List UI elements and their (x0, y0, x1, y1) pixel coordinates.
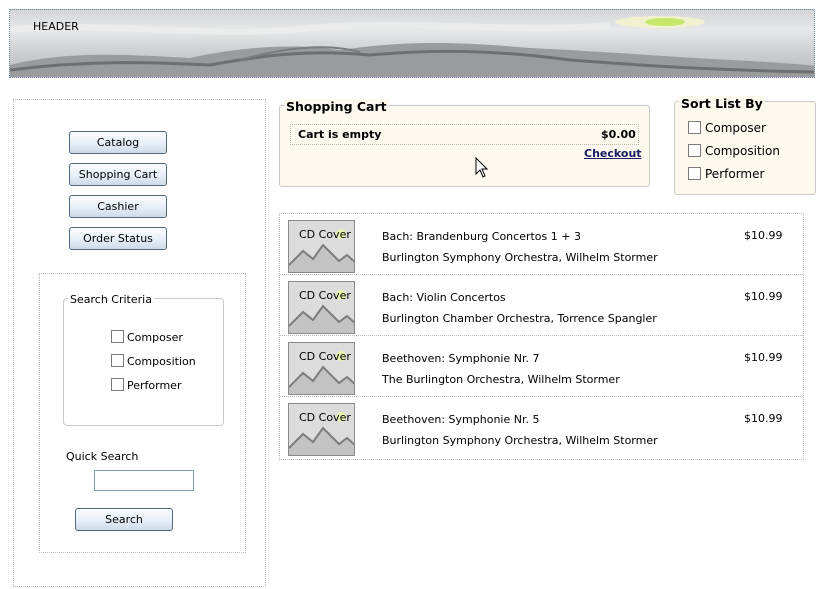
cd-cover-image: CD Cover (288, 281, 355, 334)
product-price: $10.99 (744, 229, 783, 242)
search-performer-label: Performer (127, 379, 182, 392)
cd-cover-label: CD Cover (299, 350, 351, 363)
checkout-link[interactable]: Checkout (584, 147, 642, 160)
cd-cover-image: CD Cover (288, 220, 355, 273)
product-row[interactable]: CD Cover Beethoven: Symphonie Nr. 7 The … (280, 336, 803, 397)
cd-cover-label: CD Cover (299, 228, 351, 241)
sort-performer-label: Performer (705, 167, 765, 181)
cd-cover-label: CD Cover (299, 289, 351, 302)
order-status-button[interactable]: Order Status (69, 227, 167, 250)
sort-composition-checkbox[interactable] (688, 144, 701, 157)
cd-cover-image: CD Cover (288, 342, 355, 395)
product-price: $10.99 (744, 412, 783, 425)
search-composition-label: Composition (127, 355, 196, 368)
header-title: HEADER (33, 20, 79, 33)
product-title: Bach: Brandenburg Concertos 1 + 3 (382, 230, 581, 243)
cart-status-text: Cart is empty (298, 128, 382, 141)
product-artist: Burlington Chamber Orchestra, Torrence S… (382, 312, 657, 325)
product-row[interactable]: CD Cover Bach: Brandenburg Concertos 1 +… (280, 214, 803, 275)
mouse-pointer-icon (475, 157, 489, 178)
product-title: Bach: Violin Concertos (382, 291, 506, 304)
sort-composer-checkbox[interactable] (688, 121, 701, 134)
search-criteria-legend: Search Criteria (68, 293, 154, 306)
product-artist: Burlington Symphony Orchestra, Wilhelm S… (382, 251, 658, 264)
search-performer-checkbox[interactable] (111, 378, 124, 391)
cd-cover-image: CD Cover (288, 403, 355, 456)
cart-total: $0.00 (601, 128, 636, 141)
product-row[interactable]: CD Cover Bach: Violin Concertos Burlingt… (280, 275, 803, 336)
product-artist: Burlington Symphony Orchestra, Wilhelm S… (382, 434, 658, 447)
search-composer-checkbox[interactable] (111, 330, 124, 343)
cashier-button[interactable]: Cashier (69, 195, 167, 218)
product-price: $10.99 (744, 351, 783, 364)
cd-cover-label: CD Cover (299, 411, 351, 424)
product-row[interactable]: CD Cover Beethoven: Symphonie Nr. 5 Burl… (280, 397, 803, 458)
product-price: $10.99 (744, 290, 783, 303)
search-composition-checkbox[interactable] (111, 354, 124, 367)
product-title: Beethoven: Symphonie Nr. 5 (382, 413, 540, 426)
quick-search-input[interactable] (94, 470, 194, 491)
shopping-cart-button[interactable]: Shopping Cart (69, 163, 167, 186)
shopping-cart-panel (279, 105, 650, 187)
shopping-cart-title: Shopping Cart (284, 99, 389, 114)
quick-search-label: Quick Search (66, 450, 139, 463)
sort-composer-label: Composer (705, 121, 766, 135)
sort-composition-label: Composition (705, 144, 780, 158)
catalog-button[interactable]: Catalog (69, 131, 167, 154)
sort-performer-checkbox[interactable] (688, 167, 701, 180)
search-button[interactable]: Search (75, 508, 173, 531)
header-banner: HEADER (9, 9, 815, 78)
product-artist: The Burlington Orchestra, Wilhelm Storme… (382, 373, 620, 386)
sort-title: Sort List By (679, 96, 765, 111)
product-title: Beethoven: Symphonie Nr. 7 (382, 352, 540, 365)
header-landscape-image (10, 16, 814, 77)
search-composer-label: Composer (127, 331, 183, 344)
